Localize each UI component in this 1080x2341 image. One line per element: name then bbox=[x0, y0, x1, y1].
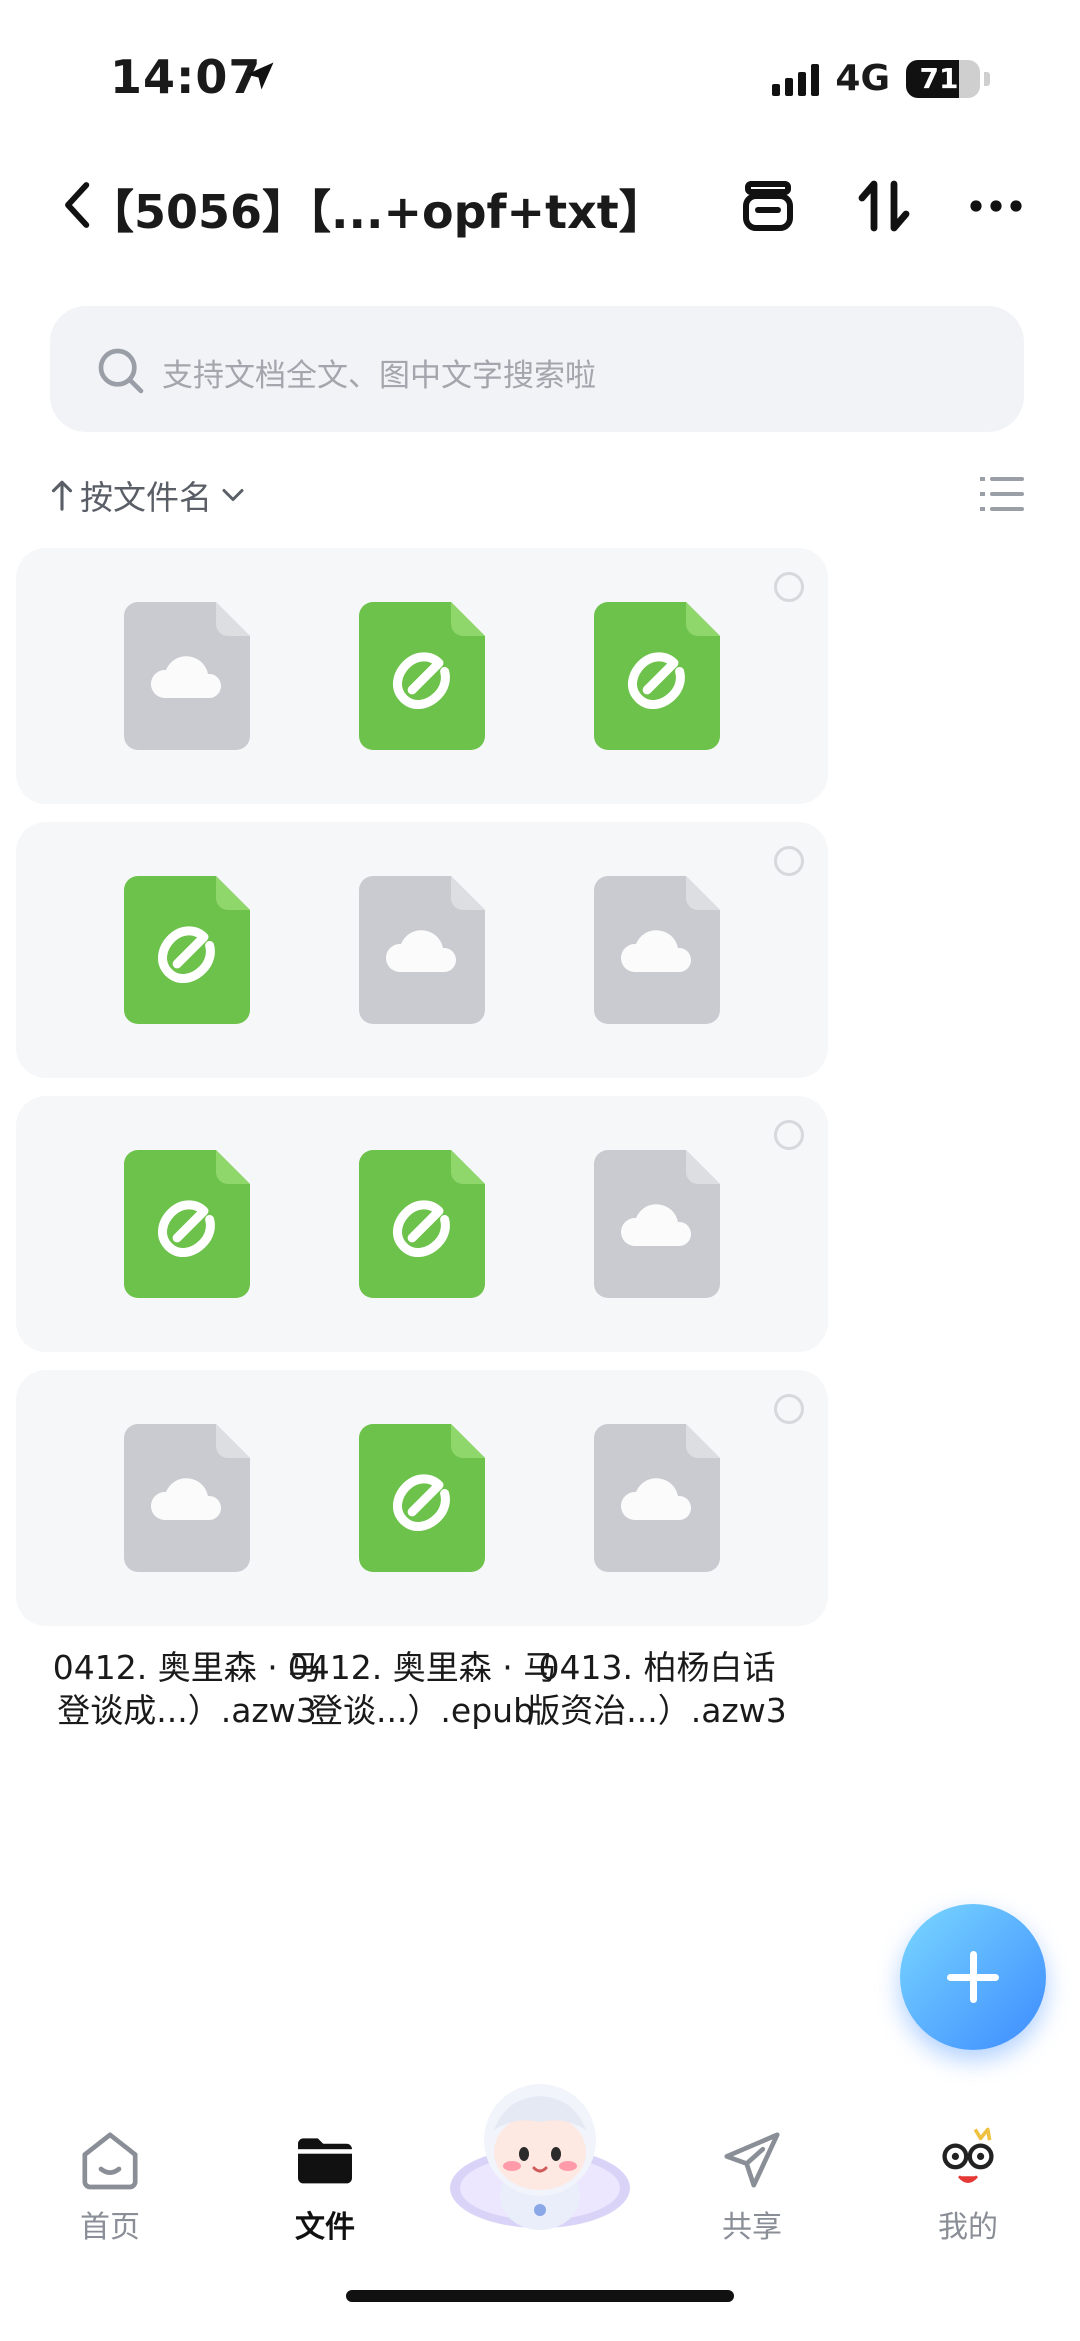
signal-icon bbox=[772, 62, 820, 96]
cloud-file-icon bbox=[594, 876, 720, 1024]
tab-home[interactable]: 首页 bbox=[40, 2124, 180, 2246]
sort-selector[interactable]: 按文件名 bbox=[50, 470, 248, 520]
cloud-file-icon bbox=[124, 1424, 250, 1572]
search-icon bbox=[98, 348, 144, 394]
arrow-up-icon bbox=[51, 480, 73, 511]
epub-file-icon bbox=[594, 602, 720, 750]
add-button[interactable] bbox=[900, 1904, 1046, 2050]
epub-file-icon bbox=[359, 602, 485, 750]
folder-title: 【5056】【...+opf+txt】 bbox=[88, 185, 665, 239]
tab-files[interactable]: 文件 bbox=[255, 2124, 395, 2246]
file-thumbnail[interactable] bbox=[486, 822, 828, 1078]
home-indicator bbox=[346, 2290, 734, 2302]
select-checkbox[interactable] bbox=[774, 1394, 804, 1424]
nav-bar: 【5056】【...+opf+txt】 bbox=[0, 160, 1080, 250]
tab-bar: 首页 文件 共享 我的 bbox=[0, 2084, 1080, 2341]
select-checkbox[interactable] bbox=[774, 846, 804, 876]
folder-icon bbox=[298, 2138, 352, 2184]
select-checkbox[interactable] bbox=[774, 572, 804, 602]
epub-file-icon bbox=[359, 1150, 485, 1298]
battery-tip bbox=[984, 71, 990, 86]
epub-file-icon bbox=[124, 876, 250, 1024]
epub-file-icon bbox=[124, 1150, 250, 1298]
tab-files-label: 文件 bbox=[295, 2210, 355, 2245]
status-time: 14:07 bbox=[110, 50, 262, 104]
tab-mine-label: 我的 bbox=[938, 2210, 998, 2245]
status-indicators: 4G 71 bbox=[772, 58, 990, 99]
archive-box-icon[interactable] bbox=[736, 174, 800, 238]
paper-plane-icon bbox=[724, 2132, 780, 2188]
tab-share[interactable]: 共享 bbox=[682, 2124, 822, 2246]
battery-icon: 71 bbox=[906, 59, 980, 98]
file-name-line-2: 版资治...）.azw3 bbox=[527, 1691, 787, 1730]
file-thumbnail[interactable] bbox=[486, 548, 828, 804]
cloud-file-icon bbox=[594, 1424, 720, 1572]
epub-file-icon bbox=[359, 1424, 485, 1572]
cloud-file-icon bbox=[594, 1150, 720, 1298]
cloud-file-icon bbox=[124, 602, 250, 750]
assistant-mascot-icon[interactable] bbox=[444, 2070, 636, 2234]
list-view-icon[interactable] bbox=[980, 474, 1024, 514]
file-card[interactable]: 0413. 柏杨白话 版资治...）.azw3 bbox=[486, 1370, 828, 1732]
battery-level: 71 bbox=[919, 61, 959, 95]
home-icon bbox=[82, 2132, 138, 2190]
profile-face-icon bbox=[942, 2127, 994, 2183]
chevron-down-icon bbox=[222, 489, 244, 501]
file-grid: 0405. 中华文明史（全...!）.azw30405. 中华文明史（全...!… bbox=[16, 548, 1066, 2104]
tab-home-label: 首页 bbox=[80, 2210, 140, 2245]
select-checkbox[interactable] bbox=[774, 1120, 804, 1150]
file-thumbnail[interactable] bbox=[486, 1370, 828, 1626]
sort-arrows-icon[interactable] bbox=[852, 174, 916, 238]
tab-share-label: 共享 bbox=[722, 2210, 782, 2245]
file-name: 0413. 柏杨白话 版资治...）.azw3 bbox=[486, 1646, 828, 1732]
tab-mine[interactable]: 我的 bbox=[898, 2124, 1038, 2246]
search-input[interactable]: 支持文档全文、图中文字搜索啦 bbox=[50, 306, 1024, 432]
sort-label: 按文件名 bbox=[80, 478, 212, 517]
file-name-line-1: 0413. 柏杨白话 bbox=[538, 1648, 776, 1687]
location-arrow-icon bbox=[246, 62, 274, 90]
more-options-icon[interactable] bbox=[964, 174, 1028, 238]
file-thumbnail[interactable] bbox=[486, 1096, 828, 1352]
search-placeholder: 支持文档全文、图中文字搜索啦 bbox=[162, 358, 596, 394]
cloud-file-icon bbox=[359, 876, 485, 1024]
network-type: 4G bbox=[835, 58, 890, 99]
status-bar: 14:07 4G 71 bbox=[0, 0, 1080, 150]
